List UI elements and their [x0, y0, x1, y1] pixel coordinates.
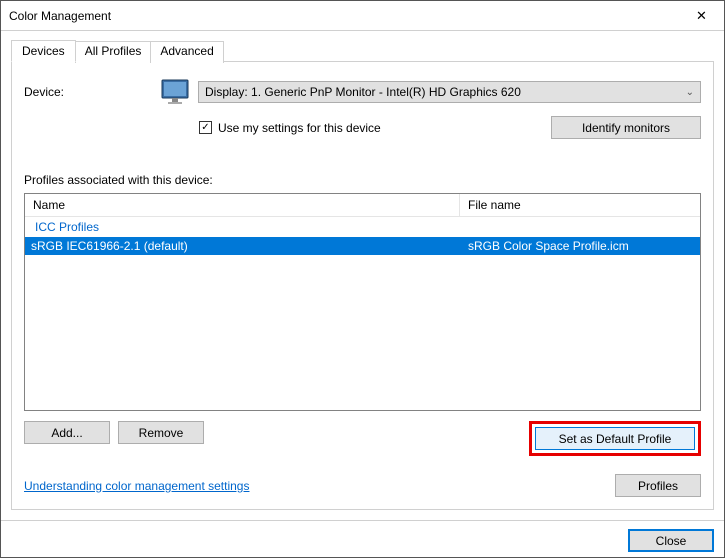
- device-row: Device: Display: 1. Generic PnP Monitor …: [24, 76, 701, 108]
- dialog-footer: Close: [1, 520, 724, 560]
- profile-row-name: sRGB IEC61966-2.1 (default): [25, 237, 462, 255]
- content-area: Devices All Profiles Advanced Device: Di…: [1, 31, 724, 520]
- tab-devices[interactable]: Devices: [11, 40, 76, 62]
- profile-row-filename: sRGB Color Space Profile.icm: [462, 237, 700, 255]
- column-header-filename[interactable]: File name: [460, 194, 700, 216]
- profile-group-label: ICC Profiles: [25, 217, 700, 237]
- profile-row-selected[interactable]: sRGB IEC61966-2.1 (default) sRGB Color S…: [25, 237, 700, 255]
- list-header: Name File name: [25, 194, 700, 217]
- titlebar: Color Management ✕: [1, 1, 724, 31]
- device-selected-text: Display: 1. Generic PnP Monitor - Intel(…: [205, 85, 521, 99]
- use-settings-label: Use my settings for this device: [218, 121, 381, 135]
- profile-buttons-row: Add... Remove Set as Default Profile: [24, 421, 701, 456]
- settings-row: ✓ Use my settings for this device Identi…: [199, 116, 701, 139]
- tab-advanced[interactable]: Advanced: [150, 41, 223, 63]
- understanding-link[interactable]: Understanding color management settings: [24, 479, 249, 493]
- use-settings-checkbox[interactable]: ✓: [199, 121, 212, 134]
- close-icon[interactable]: ✕: [679, 1, 724, 30]
- link-row: Understanding color management settings …: [24, 474, 701, 497]
- profiles-button[interactable]: Profiles: [615, 474, 701, 497]
- remove-button[interactable]: Remove: [118, 421, 204, 444]
- devices-panel: Device: Display: 1. Generic PnP Monitor …: [11, 61, 714, 510]
- close-button[interactable]: Close: [628, 529, 714, 552]
- device-dropdown[interactable]: Display: 1. Generic PnP Monitor - Intel(…: [198, 81, 701, 103]
- column-header-name[interactable]: Name: [25, 194, 460, 216]
- highlight-annotation: Set as Default Profile: [529, 421, 701, 456]
- profiles-section-label: Profiles associated with this device:: [24, 173, 701, 187]
- tab-all-profiles[interactable]: All Profiles: [75, 41, 152, 63]
- identify-monitors-button[interactable]: Identify monitors: [551, 116, 701, 139]
- profiles-listbox[interactable]: Name File name ICC Profiles sRGB IEC6196…: [24, 193, 701, 411]
- add-button[interactable]: Add...: [24, 421, 110, 444]
- monitor-icon: [158, 76, 194, 108]
- tab-strip: Devices All Profiles Advanced: [11, 39, 714, 61]
- chevron-down-icon: ⌄: [686, 87, 694, 98]
- device-label: Device:: [24, 85, 154, 99]
- set-default-profile-button[interactable]: Set as Default Profile: [535, 427, 695, 450]
- window-title: Color Management: [9, 9, 111, 23]
